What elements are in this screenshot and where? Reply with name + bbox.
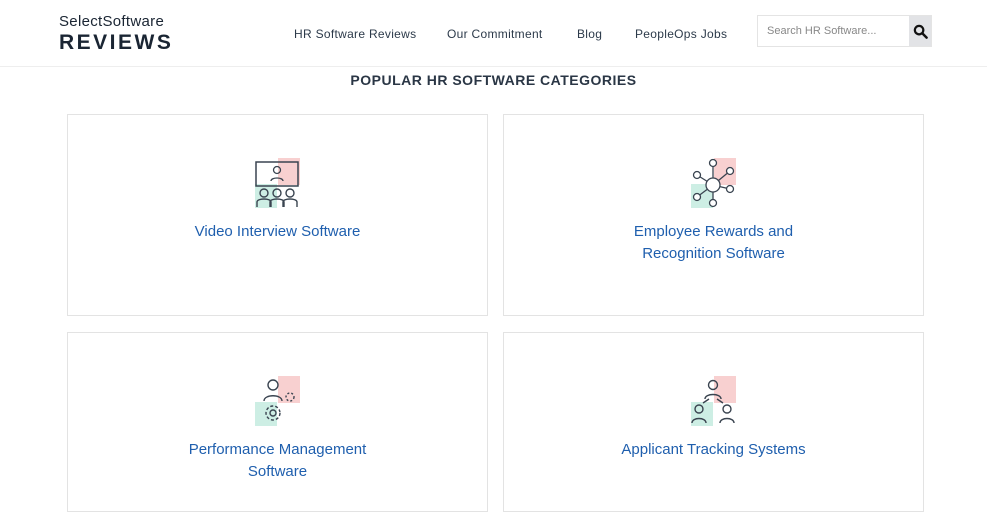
category-label[interactable]: Performance Management Software <box>68 439 487 483</box>
video-interview-icon <box>254 158 300 208</box>
nav-peopleops-jobs[interactable]: PeopleOps Jobs <box>635 27 727 41</box>
logo-line2: REVIEWS <box>59 31 174 54</box>
network-icon <box>690 158 736 208</box>
logo-line1: SelectSoftware <box>59 13 165 30</box>
nav-hr-software-reviews[interactable]: HR Software Reviews <box>294 27 416 41</box>
category-card-employee-rewards[interactable]: Employee Rewards and Recognition Softwar… <box>503 114 924 316</box>
search-form <box>757 15 932 47</box>
section-title: POPULAR HR SOFTWARE CATEGORIES <box>350 72 637 88</box>
category-label[interactable]: Video Interview Software <box>68 221 487 243</box>
applicant-tracking-icon <box>690 376 736 426</box>
logo[interactable]: SelectSoftware REVIEWS <box>59 13 173 55</box>
search-icon <box>913 24 928 39</box>
nav-our-commitment[interactable]: Our Commitment <box>447 27 543 41</box>
category-label[interactable]: Applicant Tracking Systems <box>504 439 923 461</box>
performance-gear-icon <box>254 376 300 426</box>
search-input[interactable] <box>758 16 909 46</box>
site-header: SelectSoftware REVIEWS HR Software Revie… <box>0 0 987 67</box>
category-card-applicant-tracking[interactable]: Applicant Tracking Systems <box>503 332 924 512</box>
search-button[interactable] <box>909 16 931 46</box>
category-label[interactable]: Employee Rewards and Recognition Softwar… <box>504 221 923 265</box>
category-card-video-interview[interactable]: Video Interview Software <box>67 114 488 316</box>
nav-blog[interactable]: Blog <box>577 27 602 41</box>
category-card-performance-management[interactable]: Performance Management Software <box>67 332 488 512</box>
